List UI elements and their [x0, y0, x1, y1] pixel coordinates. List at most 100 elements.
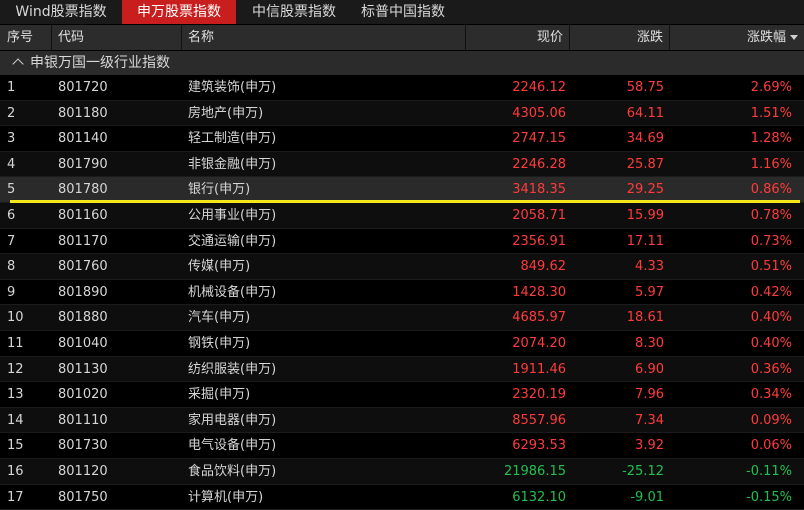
row-pct: 0.51%	[751, 254, 792, 280]
highlight-underline	[10, 200, 800, 203]
row-pct: -0.11%	[746, 459, 792, 485]
table-row[interactable]: 8801760传媒(申万)849.624.330.51%	[0, 254, 804, 280]
row-code: 801020	[58, 382, 108, 408]
column-header-price[interactable]: 现价	[466, 25, 570, 50]
row-code: 801180	[58, 101, 108, 127]
group-row[interactable]: 申银万国一级行业指数	[0, 51, 804, 75]
row-pct: 0.40%	[751, 305, 792, 331]
row-code: 801730	[58, 433, 108, 459]
table-row[interactable]: 11801040钢铁(申万)2074.208.300.40%	[0, 331, 804, 357]
row-change: 25.87	[627, 152, 664, 178]
table-row[interactable]: 14801110家用电器(申万)8557.967.340.09%	[0, 408, 804, 434]
row-change: 18.61	[627, 305, 664, 331]
row-code: 801720	[58, 75, 108, 101]
table-row[interactable]: 15 801730 电气设备(申万) 6293.53 3.92 0.06%	[0, 433, 804, 459]
row-pct: -0.15%	[746, 485, 792, 510]
row-code: 801140	[58, 126, 108, 152]
column-header-code[interactable]: 代码	[52, 25, 182, 50]
row-price: 2320.19	[512, 382, 566, 408]
row-change: 15.99	[627, 203, 664, 229]
row-pct: 0.36%	[751, 357, 792, 383]
table-row[interactable]: 3801140轻工制造(申万)2747.1534.691.28%	[0, 126, 804, 152]
row-seq: 10	[7, 305, 24, 331]
column-header-change[interactable]: 涨跌	[570, 25, 670, 50]
collapse-up-icon[interactable]	[12, 58, 23, 69]
row-seq: 4	[7, 152, 15, 178]
row-price: 21986.15	[504, 459, 566, 485]
row-seq: 7	[7, 229, 15, 255]
row-code: 801040	[58, 331, 108, 357]
table-row[interactable]: 17801750计算机(申万)6132.10-9.01-0.15%	[0, 485, 804, 510]
row-pct: 0.73%	[751, 229, 792, 255]
column-header-seq[interactable]: 序号	[0, 25, 52, 50]
row-price: 6293.53	[512, 433, 566, 459]
row-name: 电气设备(申万)	[188, 433, 276, 459]
row-name: 传媒(申万)	[188, 254, 250, 280]
row-name: 机械设备(申万)	[188, 280, 276, 306]
row-price: 4305.06	[512, 101, 566, 127]
tab-sw-index[interactable]: 申万股票指数	[122, 0, 236, 24]
row-seq: 13	[7, 382, 24, 408]
row-price: 4685.97	[512, 305, 566, 331]
table-row[interactable]: 10801880汽车(申万)4685.9718.610.40%	[0, 305, 804, 331]
column-header-name[interactable]: 名称	[182, 25, 466, 50]
row-pct: 0.78%	[751, 203, 792, 229]
row-name: 家用电器(申万)	[188, 408, 276, 434]
row-pct: 1.51%	[751, 101, 792, 127]
table-row[interactable]: 16801120食品饮料(申万)21986.15-25.12-0.11%	[0, 459, 804, 485]
row-pct: 0.06%	[751, 433, 792, 459]
row-seq: 11	[7, 331, 24, 357]
row-code: 801130	[58, 357, 108, 383]
row-price: 1428.30	[512, 280, 566, 306]
data-table-body: 1801720建筑装饰(申万)2246.1258.752.69%2801180房…	[0, 75, 804, 510]
row-seq: 17	[7, 485, 24, 510]
row-pct: 0.42%	[751, 280, 792, 306]
row-seq: 1	[7, 75, 15, 101]
row-pct: 0.40%	[751, 331, 792, 357]
row-name: 钢铁(申万)	[188, 331, 250, 357]
table-row[interactable]: 9801890机械设备(申万)1428.305.970.42%	[0, 280, 804, 306]
table-row[interactable]: 1 801720 建筑装饰(申万) 2246.12 58.75 2.69%	[0, 75, 804, 101]
row-seq: 12	[7, 357, 24, 383]
tab-wind-index[interactable]: Wind股票指数	[0, 0, 122, 24]
row-name: 房地产(申万)	[188, 101, 263, 127]
index-tabs: Wind股票指数 申万股票指数 中信股票指数 标普中国指数	[0, 0, 804, 24]
table-row[interactable]: 12801130纺织服装(申万)1911.466.900.36%	[0, 357, 804, 383]
row-change: 3.92	[635, 433, 664, 459]
table-row[interactable]: 7801170交通运输(申万)2356.9117.110.73%	[0, 229, 804, 255]
row-code: 801170	[58, 229, 108, 255]
table-row[interactable]: 6801160公用事业(申万)2058.7115.990.78%	[0, 203, 804, 229]
row-change: -9.01	[630, 485, 664, 510]
row-change: -25.12	[622, 459, 664, 485]
row-code: 801110	[58, 408, 108, 434]
table-row[interactable]: 13801020采掘(申万)2320.197.960.34%	[0, 382, 804, 408]
row-seq: 14	[7, 408, 24, 434]
row-name: 建筑装饰(申万)	[188, 75, 276, 101]
row-code: 801790	[58, 152, 108, 178]
tab-citic-index[interactable]: 中信股票指数	[236, 0, 352, 24]
row-price: 2246.28	[512, 152, 566, 178]
table-row[interactable]: 4801790非银金融(申万)2246.2825.871.16%	[0, 152, 804, 178]
row-change: 7.96	[635, 382, 664, 408]
row-pct: 1.16%	[751, 152, 792, 178]
row-seq: 15	[7, 433, 24, 459]
tab-sp-china-index[interactable]: 标普中国指数	[352, 0, 454, 24]
row-change: 7.34	[635, 408, 664, 434]
row-code: 801120	[58, 459, 108, 485]
row-change: 64.11	[627, 101, 664, 127]
row-price: 2246.12	[512, 75, 566, 101]
row-price: 1911.46	[512, 357, 566, 383]
row-pct: 2.69%	[751, 75, 792, 101]
row-seq: 16	[7, 459, 24, 485]
row-price: 2747.15	[512, 126, 566, 152]
column-header-pct[interactable]: 涨跌幅	[670, 25, 804, 50]
row-change: 5.97	[635, 280, 664, 306]
row-price: 8557.96	[512, 408, 566, 434]
row-code: 801890	[58, 280, 108, 306]
row-price: 6132.10	[512, 485, 566, 510]
table-header: 序号 代码 名称 现价 涨跌 涨跌幅	[0, 25, 804, 50]
row-price: 849.62	[521, 254, 567, 280]
row-seq: 8	[7, 254, 15, 280]
table-row[interactable]: 2801180房地产(申万)4305.0664.111.51%	[0, 101, 804, 127]
row-change: 58.75	[627, 75, 664, 101]
